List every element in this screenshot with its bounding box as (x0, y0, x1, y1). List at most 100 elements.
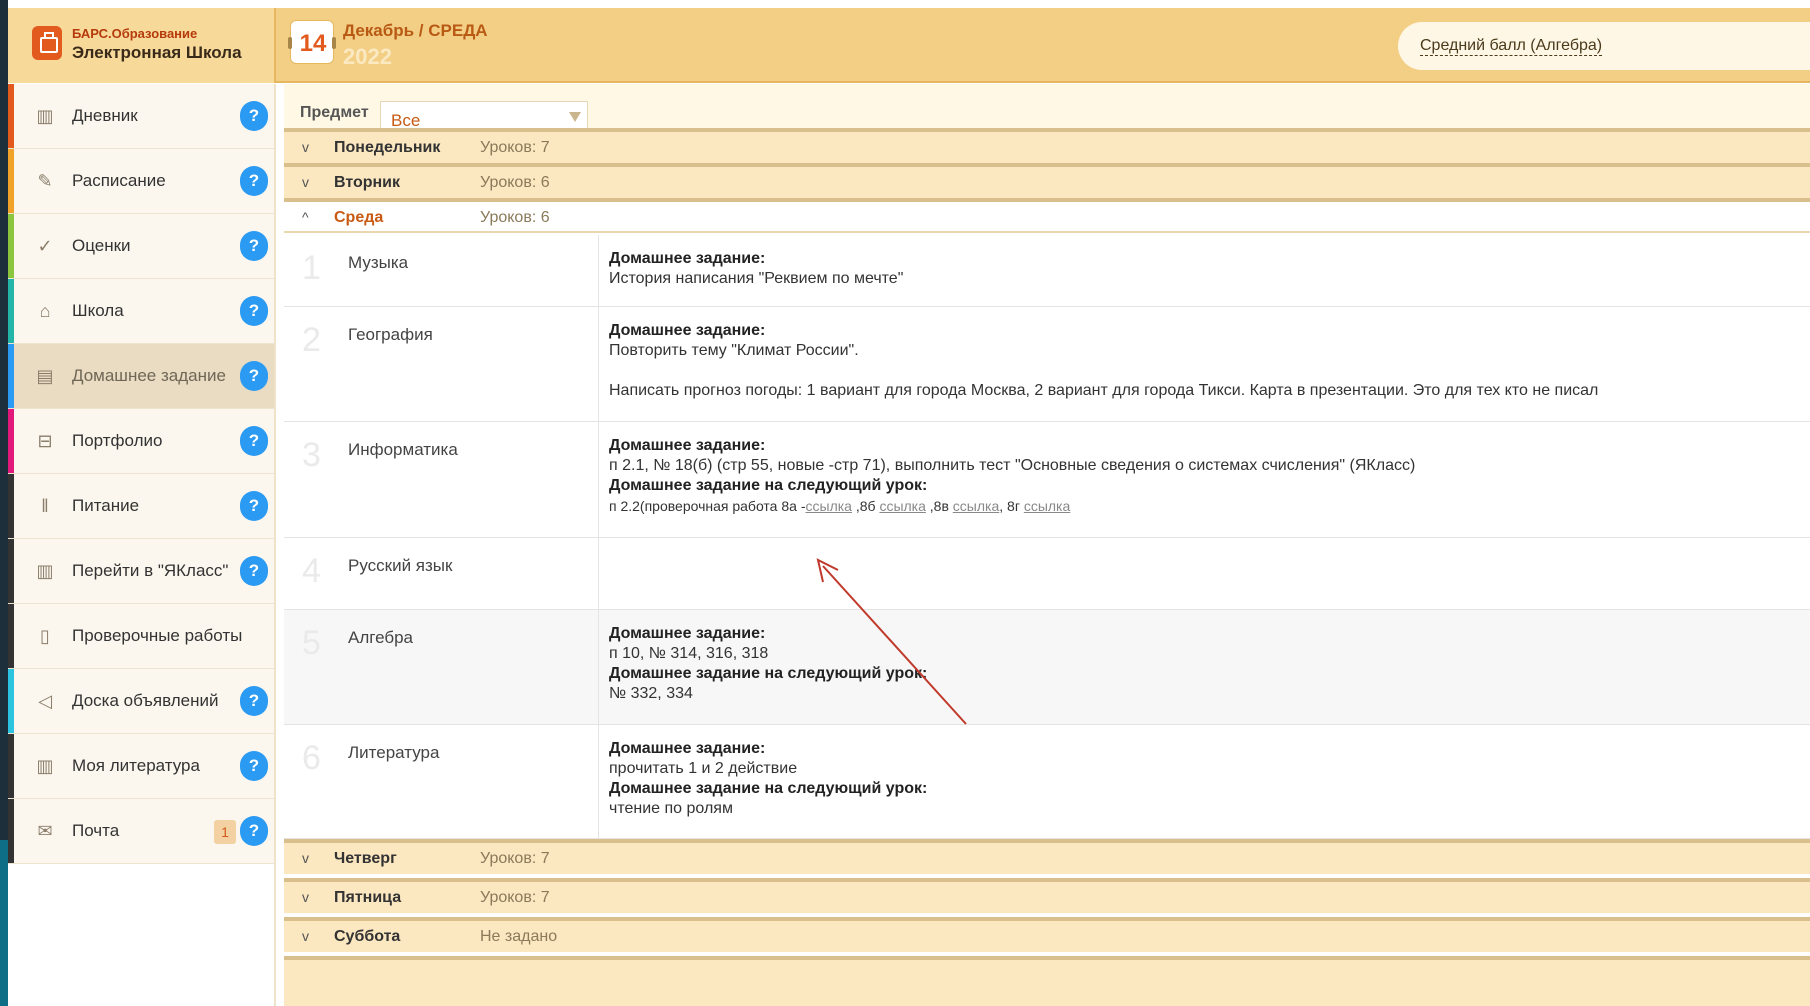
briefcase-logo-icon (32, 26, 62, 60)
date-year: 2022 (343, 44, 392, 69)
lesson-count: Уроков: 7 (480, 850, 550, 867)
document-icon: ▯ (40, 626, 50, 646)
school-icon: ⌂ (39, 301, 51, 321)
sidebar-item-label: Оценки (72, 236, 131, 255)
sidebar-item[interactable]: ✉ Почта 1? (8, 799, 274, 864)
chevron-down-icon: v (302, 850, 309, 866)
help-icon[interactable]: ? (240, 166, 268, 196)
sidebar-item[interactable]: ▥ Дневник? (8, 84, 274, 149)
homework-cell: Домашнее задание: прочитать 1 и 2 действ… (598, 725, 1810, 838)
lesson-count: Уроков: 6 (480, 174, 550, 191)
homework-text: Повторить тему "Климат России". (609, 342, 859, 359)
help-icon[interactable]: ? (240, 491, 268, 521)
sidebar-item-label: Питание (72, 496, 140, 515)
day-row-friday[interactable]: v Пятница Уроков: 7 (284, 878, 1810, 913)
sidebar-item[interactable]: ◁ Доска объявлений? (8, 669, 274, 734)
sidebar-item-color-bar (8, 409, 14, 473)
day-row-wednesday[interactable]: ^ Среда Уроков: 6 (284, 198, 1810, 233)
calendar-icon[interactable]: 14 (288, 20, 336, 64)
link-8b[interactable]: ссылка (879, 498, 925, 514)
help-icon[interactable]: ? (240, 751, 268, 781)
lesson-count: Уроков: 7 (480, 889, 550, 906)
sidebar-item[interactable]: ▥ Моя литература? (8, 734, 274, 799)
sidebar: ▥ Дневник? ✎ Расписание? ✓ Оценки? ⌂ Школа? ▤ Дом… (8, 84, 276, 1006)
cutlery-icon: ǁ (41, 496, 49, 516)
megaphone-icon: ◁ (38, 691, 52, 711)
day-row-partial (284, 956, 1810, 1006)
sidebar-item[interactable]: ▤ Домашнее задание? (8, 344, 274, 409)
sidebar-item-color-bar (8, 474, 14, 538)
help-icon[interactable]: ? (240, 426, 268, 456)
sidebar-item[interactable]: ▥ Перейти в "ЯКласс"? (8, 539, 274, 604)
lesson-number: 6 (302, 739, 321, 777)
sidebar-item-label: Почта (72, 821, 120, 840)
homework-title: Домашнее задание: (609, 437, 766, 454)
homework-text: История написания "Реквием по мечте" (609, 270, 904, 287)
sidebar-item[interactable]: ✓ Оценки? (8, 214, 274, 279)
lesson-number: 3 (302, 436, 321, 474)
app-logo[interactable]: БАРС.Образование Электронная Школа (8, 8, 276, 83)
day-row-thursday[interactable]: v Четверг Уроков: 7 (284, 839, 1810, 874)
sidebar-item-color-bar (8, 279, 14, 343)
next-homework-prefix: п 2.2(проверочная работа 8а - (609, 498, 806, 514)
separator-8v: ,8в (925, 498, 953, 514)
lesson-number: 1 (302, 249, 321, 287)
logo-title: Электронная Школа (72, 43, 242, 62)
separator-8b: ,8б (851, 498, 880, 514)
link-8a[interactable]: ссылка (806, 498, 852, 514)
homework-cell: Домашнее задание: Повторить тему "Климат… (598, 307, 1810, 421)
sidebar-item-color-bar (8, 214, 14, 278)
lesson-row: 2 География Домашнее задание: Повторить … (284, 307, 1810, 422)
lesson-subject: Информатика (348, 440, 458, 459)
pen-icon: ✎ (37, 171, 53, 191)
sidebar-item-label: Школа (72, 301, 124, 320)
help-icon[interactable]: ? (240, 361, 268, 391)
link-8v[interactable]: ссылка (953, 498, 999, 514)
sidebar-item[interactable]: ▯ Проверочные работы (8, 604, 274, 669)
chevron-up-icon: ^ (302, 209, 309, 225)
average-grade-link[interactable]: Средний балл (Алгебра) (1420, 37, 1603, 56)
sidebar-item[interactable]: ✎ Расписание? (8, 149, 274, 214)
main-content: Предмет Все v Понедельник Уроков: 7 v Вт… (284, 84, 1810, 1006)
lesson-subject: Алгебра (348, 628, 413, 647)
sidebar-item[interactable]: ⌂ Школа? (8, 279, 274, 344)
next-homework-title: Домашнее задание на следующий урок: (609, 780, 928, 797)
homework-title: Домашнее задание: (609, 250, 766, 267)
date-day: 14 (299, 30, 327, 57)
help-icon[interactable]: ? (240, 296, 268, 326)
next-homework-title: Домашнее задание на следующий урок: (609, 477, 928, 494)
help-icon[interactable]: ? (240, 556, 268, 586)
homework-cell: Домашнее задание: п 2.1, № 18(б) (стр 55… (598, 422, 1810, 537)
sidebar-item[interactable]: ⊟ Портфолио? (8, 409, 274, 474)
day-name: Пятница (334, 889, 402, 906)
sidebar-item-color-bar (8, 84, 14, 148)
day-row-monday[interactable]: v Понедельник Уроков: 7 (284, 128, 1810, 163)
lesson-row: 6 Литература Домашнее задание: прочитать… (284, 725, 1810, 839)
day-name: Суббота (334, 928, 401, 945)
sidebar-item[interactable]: ǁ Питание? (8, 474, 274, 539)
day-row-saturday[interactable]: v Суббота Не задано (284, 917, 1810, 952)
left-edge-strip (0, 0, 8, 1006)
day-row-tuesday[interactable]: v Вторник Уроков: 6 (284, 163, 1810, 198)
check-icon: ✓ (37, 236, 53, 256)
book-icon: ▥ (36, 561, 54, 581)
chevron-down-icon: v (302, 174, 309, 190)
next-homework-text: п 2.2(проверочная работа 8а -ссылка ,8б … (609, 498, 1070, 514)
help-icon[interactable]: ? (240, 686, 268, 716)
help-icon[interactable]: ? (240, 231, 268, 261)
lesson-number: 4 (302, 552, 321, 590)
briefcase-icon: ⊟ (37, 431, 53, 451)
help-icon[interactable]: ? (240, 816, 268, 846)
homework-text: п 10, № 314, 316, 318 (609, 645, 769, 662)
homework-title: Домашнее задание: (609, 740, 766, 757)
sidebar-item-label: Домашнее задание (72, 366, 226, 385)
lesson-count: Уроков: 6 (480, 209, 550, 226)
link-8g[interactable]: ссылка (1024, 498, 1070, 514)
lesson-row: 1 Музыка Домашнее задание: История напис… (284, 235, 1810, 307)
book-icon: ▥ (36, 756, 54, 776)
sidebar-item-color-bar (8, 539, 14, 603)
logo-brand: БАРС.Образование (72, 26, 198, 41)
lesson-subject: Литература (348, 743, 440, 762)
lesson-row: 5 Алгебра Домашнее задание: п 10, № 314,… (284, 610, 1810, 725)
help-icon[interactable]: ? (240, 101, 268, 131)
